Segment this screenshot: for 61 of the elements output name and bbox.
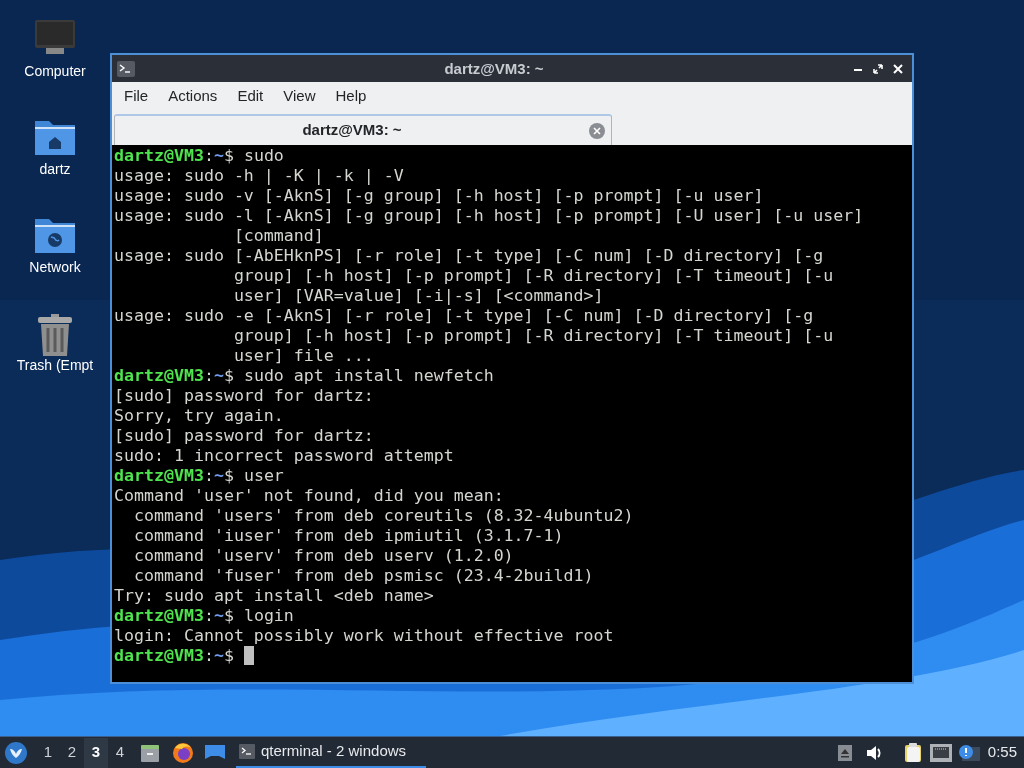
terminal-icon xyxy=(239,744,255,759)
terminal-output: group] [-h host] [-p prompt] [-R directory] [-T timeout] [-u xyxy=(232,326,834,346)
terminal-output: [command] xyxy=(232,226,324,246)
icon-label: dartz xyxy=(39,160,71,178)
terminal-output: usage: sudo -e [-AknS] [-r role] [-t type] [-C num] [-D directory] [-g xyxy=(114,306,814,326)
terminal-output: usage: sudo -l [-AknS] [-g group] [-h host] [-p prompt] [-U user] [-u user] xyxy=(114,206,864,226)
task-label: qterminal - 2 windows xyxy=(261,741,407,762)
terminal-output: user] file ... xyxy=(232,346,374,366)
prompt-line: dartz@VM3:~$ xyxy=(114,646,254,666)
clock[interactable]: 0:55 xyxy=(987,741,1017,764)
workspace-button[interactable]: 2 xyxy=(60,737,84,768)
terminal-output: [sudo] password for dartz: xyxy=(114,426,374,446)
notification-icon[interactable] xyxy=(957,743,980,762)
workspace-button[interactable]: 1 xyxy=(36,737,60,768)
menu-item[interactable]: File xyxy=(114,85,159,108)
terminal-output: Command 'user' not found, did you mean: xyxy=(114,486,504,506)
terminal-output: usage: sudo [-AbEHknPS] [-r role] [-t type] [-C num] [-D directory] [-g xyxy=(114,246,824,266)
menu-item[interactable]: Help xyxy=(325,85,377,108)
taskbar-task[interactable]: qterminal - 2 windows xyxy=(236,737,426,768)
terminal-output: sudo: 1 incorrect password attempt xyxy=(114,446,454,466)
network-folder-icon xyxy=(34,216,76,254)
terminal-output: command 'fuser' from deb psmisc (23.4-2build1) xyxy=(132,566,594,586)
terminal-output: Sorry, try again. xyxy=(114,406,284,426)
start-menu-icon[interactable] xyxy=(4,740,28,765)
eject-icon[interactable] xyxy=(837,744,852,761)
terminal-output: user] [VAR=value] [-i|-s] [<command>] xyxy=(232,286,604,306)
menu-item[interactable]: Actions xyxy=(158,85,228,108)
terminal-output: command 'userv' from deb userv (1.2.0) xyxy=(132,546,514,566)
close-tab-icon[interactable] xyxy=(589,122,605,139)
desktop-icon[interactable] xyxy=(204,743,226,762)
tab[interactable]: dartz@VM3: ~ xyxy=(114,114,612,145)
terminal-output: command 'iuser' from deb ipmiutil (3.1.7-1) xyxy=(132,526,564,546)
terminal-icon xyxy=(117,60,135,77)
menu-item[interactable]: View xyxy=(273,85,326,108)
clipboard-icon[interactable] xyxy=(903,742,922,763)
home-folder-icon xyxy=(34,118,76,156)
terminal-output: usage: sudo -v [-AknS] [-g group] [-h host] [-p prompt] [-u user] xyxy=(114,186,764,206)
file-manager-icon[interactable] xyxy=(140,742,160,763)
prompt-line: dartz@VM3:~$ user xyxy=(114,466,284,486)
workspace-button[interactable]: 3 xyxy=(84,737,108,768)
monitor-icon xyxy=(34,20,76,56)
icon-label: Network xyxy=(29,258,81,276)
workspace-button[interactable]: 4 xyxy=(108,737,132,768)
prompt-line: dartz@VM3:~$ login xyxy=(114,606,294,626)
prompt-line: dartz@VM3:~$ sudo apt install newfetch xyxy=(114,366,494,386)
network-icon[interactable] xyxy=(929,743,952,762)
terminal-output: [sudo] password for dartz: xyxy=(114,386,374,406)
icon-label: Trash (Empt xyxy=(16,356,94,374)
terminal-output: group] [-h host] [-p prompt] [-R directory] [-T timeout] [-u xyxy=(232,266,834,286)
prompt-line: dartz@VM3:~$ sudo xyxy=(114,146,284,166)
terminal-output: login: Cannot possibly work without effective root xyxy=(114,626,614,646)
maximize-icon[interactable] xyxy=(873,63,883,74)
close-icon[interactable] xyxy=(893,63,903,74)
terminal-output: command 'users' from deb coreutils (8.32-4ubuntu2) xyxy=(132,506,634,526)
trash-icon xyxy=(37,314,73,356)
menu-item[interactable]: Edit xyxy=(227,85,274,108)
icon-label: Computer xyxy=(24,62,86,80)
window-title: dartz@VM3: ~ xyxy=(444,59,544,77)
browser-icon[interactable] xyxy=(172,741,194,764)
terminal-output: usage: sudo -h | -K | -k | -V xyxy=(114,166,404,186)
terminal-output: Try: sudo apt install <deb name> xyxy=(114,586,434,606)
